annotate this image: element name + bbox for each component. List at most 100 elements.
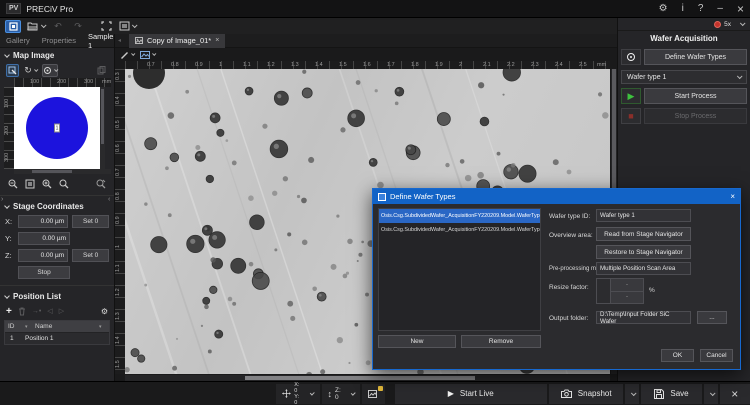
dialog-title-bar[interactable]: Define Wafer Types × xyxy=(373,189,740,204)
column-name[interactable]: Name xyxy=(35,323,99,330)
stage-xy-control[interactable]: X: 0 Y: 0 xyxy=(276,384,319,404)
close-button[interactable]: × xyxy=(737,4,744,14)
ruler-tick-label: 0.4 xyxy=(115,96,121,104)
tab-properties[interactable]: Properties xyxy=(36,36,82,45)
define-wafer-types-button[interactable]: Define Wafer Types xyxy=(644,49,747,65)
start-live-button[interactable]: ▶ Start Live xyxy=(395,384,547,404)
document-tab-title: Copy of Image_01* xyxy=(147,36,211,45)
ruler-tick-label: 1.8 xyxy=(411,62,419,68)
tab-gallery[interactable]: Gallery xyxy=(0,36,36,45)
read-from-stage-navigator-button[interactable]: Read from Stage Navigator xyxy=(596,227,691,241)
map-stage-button[interactable] xyxy=(42,64,58,77)
table-row[interactable]: 1Position 1 xyxy=(5,332,109,344)
stop-process-button[interactable]: Stop Process xyxy=(644,108,747,124)
ruler-tick-label: 1.2 xyxy=(267,62,275,68)
x-position-field[interactable]: 0.00 µm xyxy=(18,215,69,228)
image-buffer-button[interactable] xyxy=(362,384,385,404)
filter-icon[interactable]: ▾ xyxy=(99,324,109,330)
display-mode-dropdown[interactable] xyxy=(140,48,155,61)
x-axis-label: X: xyxy=(5,217,14,226)
map-refresh-button[interactable]: ↻ xyxy=(24,64,37,77)
stage-z-control[interactable]: ↕ Z: 0 xyxy=(322,384,360,404)
browse-folder-button[interactable]: ... xyxy=(697,311,727,324)
set-z-zero-button[interactable]: Set 0 xyxy=(72,249,109,262)
settings-icon[interactable]: ⚙ xyxy=(659,4,668,14)
ruler-tick-label: 1.5 xyxy=(339,62,347,68)
image-document-tab[interactable]: Copy of Image_01* × xyxy=(129,34,225,48)
map-canvas[interactable]: 1 xyxy=(14,87,100,169)
ruler-tick-label: 1.4 xyxy=(315,62,323,68)
cancel-button[interactable]: Cancel xyxy=(700,349,733,362)
zoom-region-icon[interactable] xyxy=(96,179,106,189)
undo-icon[interactable]: ↶ xyxy=(51,20,65,33)
previous-position-icon[interactable]: ◁ xyxy=(47,307,52,315)
position-list-toolbar: + →• ◁ ▷ ⚙ xyxy=(0,303,114,319)
map-select-tool-button[interactable] xyxy=(6,64,19,77)
restore-to-stage-navigator-button[interactable]: Restore to Stage Navigator xyxy=(596,245,691,259)
stage-coordinates-header[interactable]: Stage Coordinates xyxy=(0,199,114,213)
objective-selector[interactable]: 5x xyxy=(618,18,750,31)
badge xyxy=(378,386,383,391)
position-marker[interactable]: 1 xyxy=(54,124,60,133)
start-process-button[interactable]: Start Process xyxy=(644,88,747,104)
zoom-selection-icon[interactable] xyxy=(59,179,69,189)
preprocessing-macro-dropdown[interactable]: Multiple Position Scan Area xyxy=(596,262,691,275)
next-position-icon[interactable]: ▷ xyxy=(59,307,64,315)
snapshot-options-button[interactable] xyxy=(625,384,639,404)
position-list-header[interactable]: Position List xyxy=(0,289,114,303)
snapshot-button[interactable]: Snapshot xyxy=(549,384,624,404)
resize-factor-spinner[interactable]: - - xyxy=(596,278,644,304)
output-folder-input[interactable]: D:\Temp\Input Folder SiC Wafer xyxy=(596,311,691,324)
position-table-header[interactable]: ID ▾ Name ▾ xyxy=(5,321,109,332)
wafer-type-list-item[interactable]: Osis.Csg.SubdividedWafer_AcquisitionFY22… xyxy=(379,209,540,223)
wafer-type-list[interactable]: Osis.Csg.SubdividedWafer_AcquisitionFY22… xyxy=(378,208,541,331)
stage-stop-button[interactable]: Stop xyxy=(18,266,70,279)
help-icon[interactable]: ? xyxy=(698,4,704,14)
zoom-fit-icon[interactable] xyxy=(25,179,35,189)
wafer-type-dropdown[interactable]: Wafer type 1 xyxy=(621,70,747,84)
dialog-close-button[interactable]: × xyxy=(730,192,735,201)
map-copy-button[interactable] xyxy=(95,64,108,77)
open-file-button[interactable] xyxy=(27,20,45,33)
ok-button[interactable]: OK xyxy=(661,349,694,362)
resize-spin-down[interactable]: - xyxy=(611,292,643,304)
z-position-field[interactable]: 0.00 µm xyxy=(18,249,69,262)
report-layout-button[interactable] xyxy=(119,20,136,33)
column-id[interactable]: ID xyxy=(5,323,25,330)
panel-collapse-handle[interactable]: ‹ xyxy=(108,196,110,203)
save-options-button[interactable] xyxy=(704,384,718,404)
position-table: ID ▾ Name ▾ 1Position 1 xyxy=(4,320,110,345)
menu-button[interactable] xyxy=(5,20,21,33)
wafer-type-list-item[interactable]: Osis.Csg.SubdividedWafer_AcquisitionFY22… xyxy=(379,223,540,237)
map-horizontal-scrollbar[interactable] xyxy=(14,169,111,174)
resize-spin-up[interactable]: - xyxy=(611,279,643,292)
filter-icon[interactable]: ▾ xyxy=(25,324,35,330)
tab-scroll-left-icon[interactable]: ◂ xyxy=(118,37,121,44)
y-position-field[interactable]: 0.00 µm xyxy=(18,232,70,245)
remove-wafer-type-button[interactable]: Remove xyxy=(461,335,541,348)
new-wafer-type-button[interactable]: New xyxy=(378,335,456,348)
stage-y-readout: Y: 0 xyxy=(294,394,302,405)
wafer-type-id-input[interactable]: Wafer type 1 xyxy=(596,209,691,222)
close-tab-icon[interactable]: × xyxy=(215,37,219,44)
map-image-header[interactable]: Map Image xyxy=(0,48,114,62)
save-button[interactable]: Save xyxy=(641,384,702,404)
add-position-button[interactable]: + xyxy=(6,306,12,317)
move-to-position-icon[interactable]: →• xyxy=(32,308,41,315)
info-icon[interactable]: i xyxy=(682,4,684,14)
position-settings-icon[interactable]: ⚙ xyxy=(101,307,108,316)
delete-position-icon[interactable] xyxy=(18,307,26,316)
ruler-tick-label: 0.7 xyxy=(115,168,121,176)
set-x-zero-button[interactable]: Set 0 xyxy=(72,215,109,228)
panel-expand-handle-left[interactable]: › xyxy=(1,196,3,203)
tab-sample[interactable]: Sample 1 xyxy=(82,32,119,50)
minimize-button[interactable]: – xyxy=(717,4,723,14)
annotation-tool-dropdown[interactable] xyxy=(120,48,134,61)
ruler-tick-label: 1.1 xyxy=(115,264,121,272)
close-workspace-button[interactable]: × xyxy=(720,384,750,404)
zoom-in-icon[interactable] xyxy=(42,179,52,189)
map-vertical-scrollbar[interactable] xyxy=(100,87,105,169)
ruler-tick-label: 1.6 xyxy=(363,62,371,68)
zoom-out-icon[interactable] xyxy=(8,179,18,189)
title-bar: PV PRECiV Pro ⚙ i ? – × xyxy=(0,0,750,18)
